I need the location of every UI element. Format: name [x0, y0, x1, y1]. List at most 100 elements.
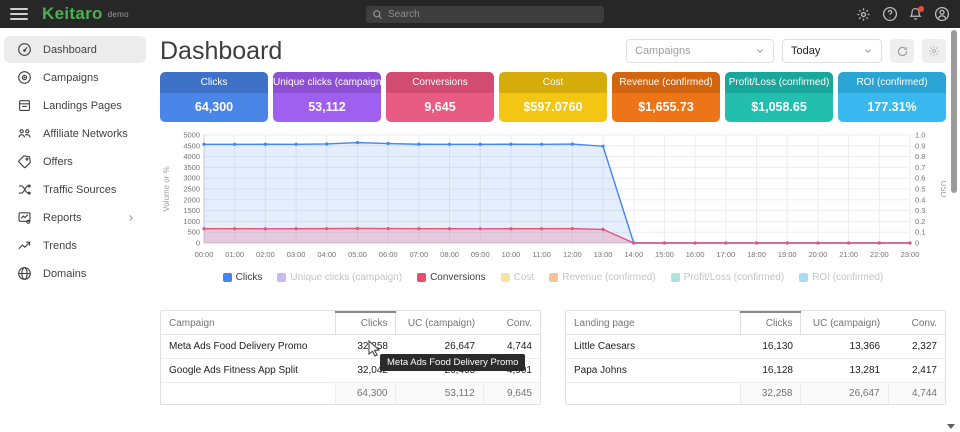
metric-value: 64,300	[160, 93, 268, 122]
totals-cell	[566, 383, 740, 405]
legend-label: Unique clicks (campaign)	[290, 272, 402, 283]
refresh-icon	[896, 45, 909, 58]
svg-text:08:00: 08:00	[440, 250, 459, 259]
legend-item-unique-clicks-campaign[interactable]: Unique clicks (campaign)	[277, 272, 402, 283]
sidebar-item-label: Traffic Sources	[43, 184, 116, 196]
split-icon	[17, 182, 32, 197]
metric-value: 53,112	[273, 93, 381, 122]
date-range-select[interactable]: Today	[782, 39, 882, 63]
sidebar-item-trends[interactable]: Trends	[4, 232, 146, 259]
bell-icon[interactable]	[907, 6, 924, 23]
column-header-conv[interactable]: Conv.	[483, 312, 540, 335]
column-header-landing-page[interactable]: Landing page	[566, 312, 740, 335]
svg-text:0.4: 0.4	[915, 195, 925, 204]
sidebar-item-landings-pages[interactable]: Landings Pages	[4, 92, 146, 119]
traffic-chart: 0500100015002000250030003500400045005000…	[160, 129, 946, 266]
column-header-conv[interactable]: Conv.	[888, 312, 945, 335]
legend-swatch	[671, 273, 680, 282]
metric-card-clicks[interactable]: Clicks64,300	[160, 72, 268, 122]
speedometer-icon	[17, 42, 32, 57]
search-input[interactable]	[388, 9, 598, 20]
menu-icon[interactable]	[10, 8, 28, 20]
scroll-down-arrow-icon[interactable]	[947, 424, 955, 429]
metric-card-cost[interactable]: Cost$597.0760	[499, 72, 607, 122]
gear-icon[interactable]	[855, 6, 872, 23]
metric-card-conversions[interactable]: Conversions9,645	[386, 72, 494, 122]
svg-text:07:00: 07:00	[409, 250, 428, 259]
legend-label: ROI (confirmed)	[812, 272, 883, 283]
refresh-button[interactable]	[890, 39, 914, 63]
column-header-clicks[interactable]: Clicks	[335, 312, 396, 335]
table-row[interactable]: Papa Johns16,12813,2812,417	[566, 359, 945, 383]
table-row[interactable]: Little Caesars16,13013,3662,327	[566, 335, 945, 359]
column-header-campaign[interactable]: Campaign	[161, 312, 335, 335]
landing-pages-table: Landing pageClicksUC (campaign)Conv.Litt…	[565, 310, 946, 405]
vertical-scrollbar[interactable]	[951, 30, 957, 193]
totals-cell: 26,647	[801, 383, 888, 405]
legend-item-cost[interactable]: Cost	[501, 272, 535, 283]
sidebar-item-affiliate-networks[interactable]: Affiliate Networks	[4, 120, 146, 147]
legend-item-profit-loss-confirmed[interactable]: Profit/Loss (confirmed)	[671, 272, 785, 283]
svg-text:0.6: 0.6	[915, 174, 925, 183]
svg-text:17:00: 17:00	[716, 250, 735, 259]
campaigns-filter-select[interactable]: Campaigns	[626, 39, 774, 63]
logo-text: Keitaro	[42, 4, 103, 23]
svg-text:5000: 5000	[183, 131, 200, 140]
metric-card-unique-clicks-campaign[interactable]: Unique clicks (campaign)53,112	[273, 72, 381, 122]
sidebar-item-offers[interactable]: Offers	[4, 148, 146, 175]
chevron-down-icon	[755, 46, 765, 56]
column-header-uc-campaign[interactable]: UC (campaign)	[801, 312, 888, 335]
help-icon[interactable]	[881, 6, 898, 23]
svg-text:0.8: 0.8	[915, 152, 925, 161]
target-icon	[17, 70, 32, 85]
sidebar-item-campaigns[interactable]: Campaigns	[4, 64, 146, 91]
svg-text:Volume or %: Volume or %	[162, 166, 171, 211]
legend-item-roi-confirmed[interactable]: ROI (confirmed)	[799, 272, 883, 283]
totals-row: 64,30053,1129,645	[161, 383, 540, 405]
legend-item-clicks[interactable]: Clicks	[223, 272, 263, 283]
sidebar-item-label: Offers	[43, 156, 73, 168]
column-header-uc-campaign[interactable]: UC (campaign)	[396, 312, 483, 335]
totals-row: 32,25826,6474,744	[566, 383, 945, 405]
legend-item-revenue-confirmed[interactable]: Revenue (confirmed)	[549, 272, 655, 283]
legend-label: Conversions	[430, 272, 486, 283]
svg-text:2500: 2500	[183, 185, 200, 194]
trend-icon	[17, 238, 32, 253]
sidebar: DashboardCampaignsLandings PagesAffiliat…	[0, 28, 150, 432]
sidebar-item-traffic-sources[interactable]: Traffic Sources	[4, 176, 146, 203]
metric-value: $1,058.65	[725, 93, 833, 122]
metric-card-profit-loss-confirmed[interactable]: Profit/Loss (confirmed)$1,058.65	[725, 72, 833, 122]
search-icon	[372, 9, 383, 20]
page-header: Dashboard Campaigns Today	[160, 34, 946, 68]
date-range-value: Today	[791, 45, 820, 57]
svg-text:0.7: 0.7	[915, 163, 925, 172]
table-cell: 16,128	[740, 359, 801, 383]
column-header-clicks[interactable]: Clicks	[740, 312, 801, 335]
metric-label: ROI (confirmed)	[838, 72, 946, 93]
document-icon	[17, 98, 32, 113]
row-tooltip: Meta Ads Food Delivery Promo	[380, 354, 525, 371]
sidebar-item-domains[interactable]: Domains	[4, 260, 146, 287]
dashboard-controls: Campaigns Today	[626, 39, 946, 63]
widget-settings-button[interactable]	[922, 39, 946, 63]
svg-text:05:00: 05:00	[348, 250, 367, 259]
svg-text:20:00: 20:00	[809, 250, 828, 259]
metric-card-roi-confirmed[interactable]: ROI (confirmed)177.31%	[838, 72, 946, 122]
chevron-right-icon	[126, 213, 136, 223]
table-cell: Google Ads Fitness App Split	[161, 359, 335, 383]
chart-legend: Clicks Unique clicks (campaign) Conversion…	[160, 272, 946, 283]
svg-text:1500: 1500	[183, 206, 200, 215]
metric-card-revenue-confirmed[interactable]: Revenue (confirmed)$1,655.73	[612, 72, 720, 122]
metric-label: Cost	[499, 72, 607, 93]
totals-cell: 9,645	[483, 383, 540, 405]
metric-value: 177.31%	[838, 93, 946, 122]
legend-label: Clicks	[236, 272, 263, 283]
svg-text:1000: 1000	[183, 217, 200, 226]
legend-label: Revenue (confirmed)	[562, 272, 655, 283]
app-logo[interactable]: Keitarodemo	[42, 4, 129, 24]
sidebar-item-dashboard[interactable]: Dashboard	[4, 36, 146, 63]
legend-item-conversions[interactable]: Conversions	[417, 272, 486, 283]
sidebar-item-reports[interactable]: Reports	[4, 204, 146, 231]
svg-text:02:00: 02:00	[256, 250, 275, 259]
user-icon[interactable]	[933, 6, 950, 23]
